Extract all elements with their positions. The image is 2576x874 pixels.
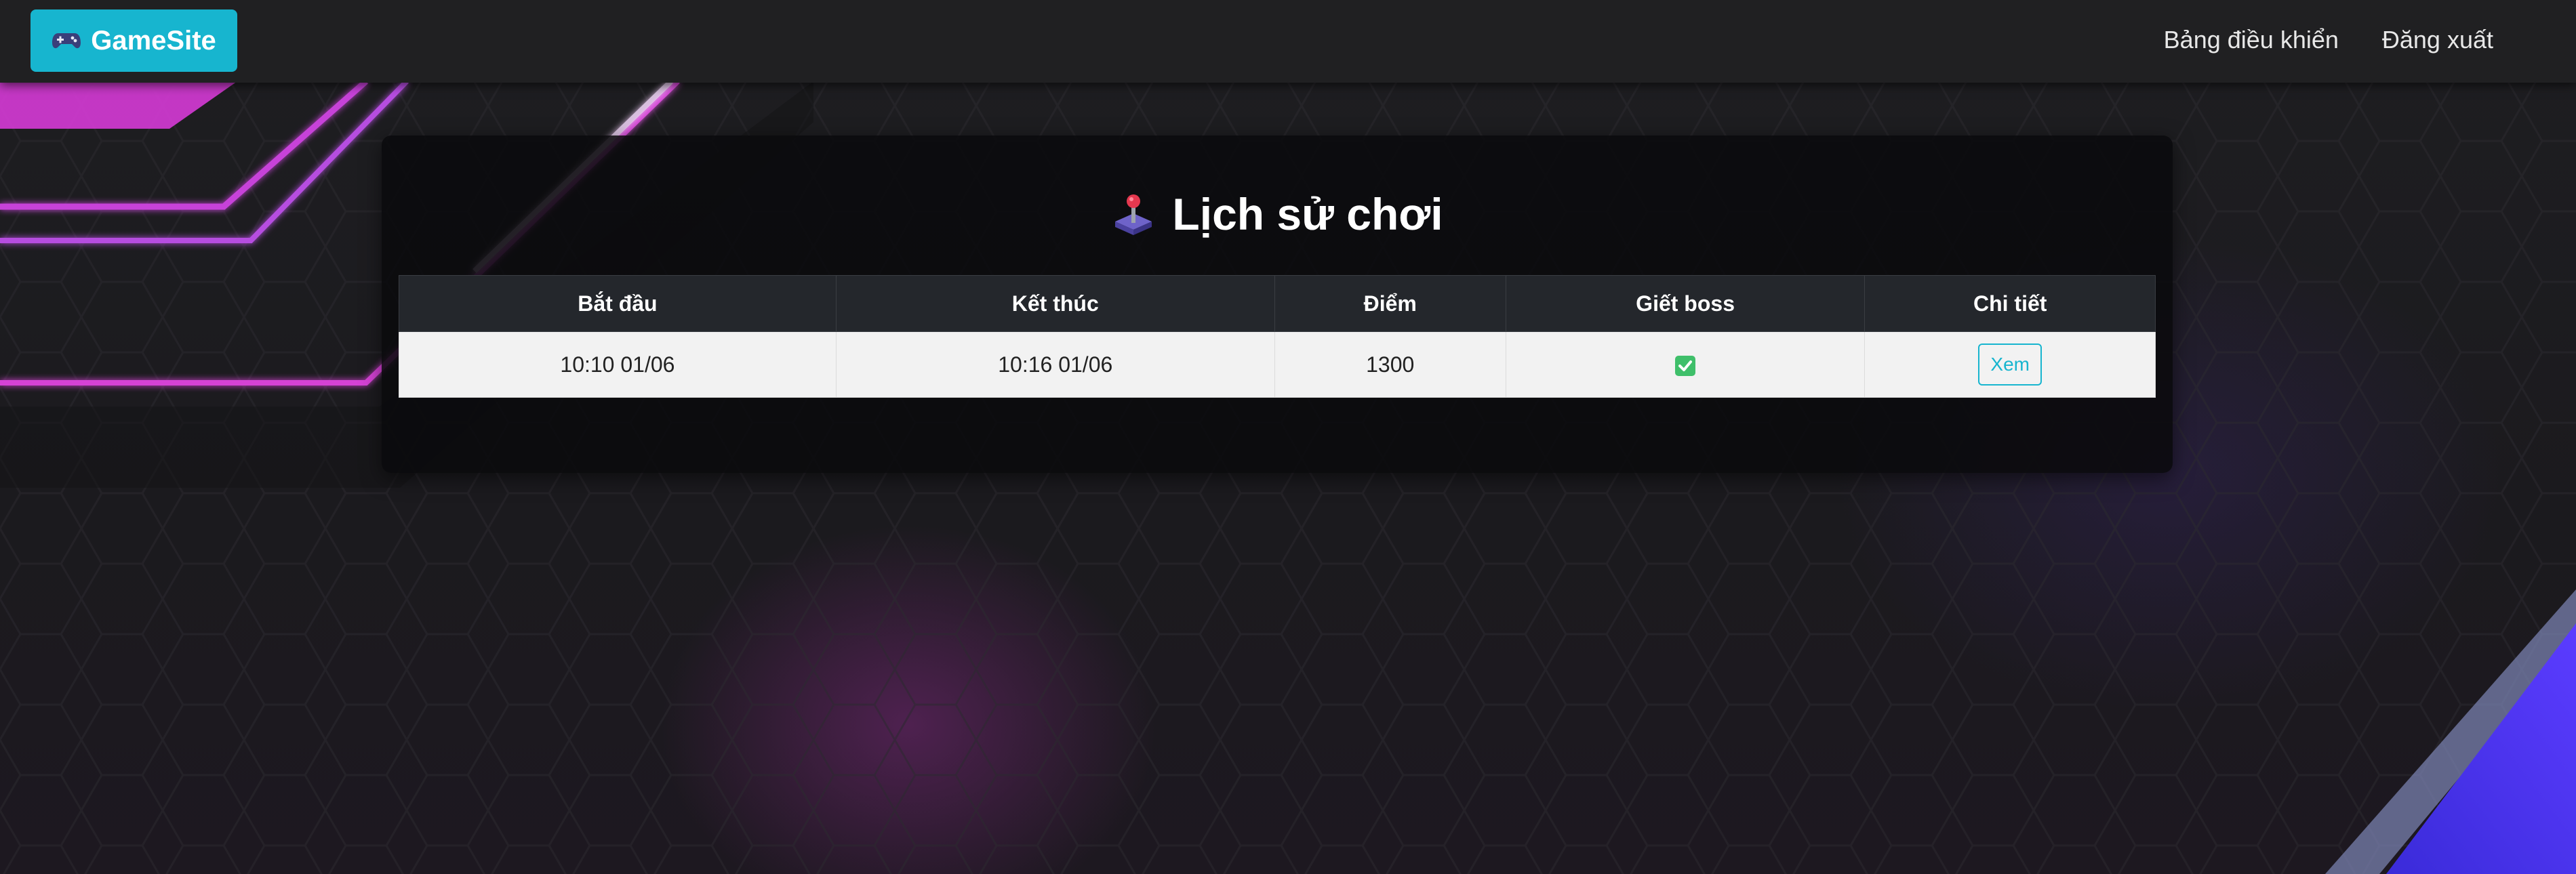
cell-start: 10:10 01/06	[399, 331, 837, 398]
cell-boss	[1505, 331, 1866, 398]
neon-stripes-right	[2325, 589, 2576, 874]
table-header-row: Bắt đầu Kết thúc Điểm Giết boss Chi tiết	[399, 275, 2156, 332]
page-title-text: Lịch sử chơi	[1172, 189, 1443, 239]
joystick-icon	[1115, 194, 1152, 235]
gamepad-icon	[52, 33, 81, 49]
cell-detail: Xem	[1864, 331, 2156, 398]
history-card: Lịch sử chơi Bắt đầu Kết thúc Điểm Giết …	[382, 136, 2173, 473]
table-row: 10:10 01/06 10:16 01/06 1300 Xem	[399, 331, 2156, 398]
column-header-start: Bắt đầu	[399, 275, 837, 332]
nav-links: Bảng điều khiển Đăng xuất	[2164, 0, 2493, 80]
column-header-boss: Giết boss	[1505, 275, 1866, 332]
check-icon	[1675, 356, 1696, 377]
page-title: Lịch sử chơi	[382, 188, 2173, 240]
cell-end: 10:16 01/06	[835, 331, 1275, 398]
nav-link-dashboard[interactable]: Bảng điều khiển	[2164, 26, 2339, 54]
column-header-detail: Chi tiết	[1864, 275, 2156, 332]
column-header-end: Kết thúc	[835, 275, 1275, 332]
top-navbar: GameSite Bảng điều khiển Đăng xuất	[0, 0, 2576, 83]
brand-button[interactable]: GameSite	[31, 9, 237, 72]
cell-score: 1300	[1274, 331, 1506, 398]
nav-link-logout[interactable]: Đăng xuất	[2382, 26, 2493, 54]
history-table: Bắt đầu Kết thúc Điểm Giết boss Chi tiết…	[399, 275, 2156, 398]
column-header-score: Điểm	[1274, 275, 1506, 332]
view-button[interactable]: Xem	[1978, 344, 2042, 386]
brand-label: GameSite	[91, 25, 216, 56]
